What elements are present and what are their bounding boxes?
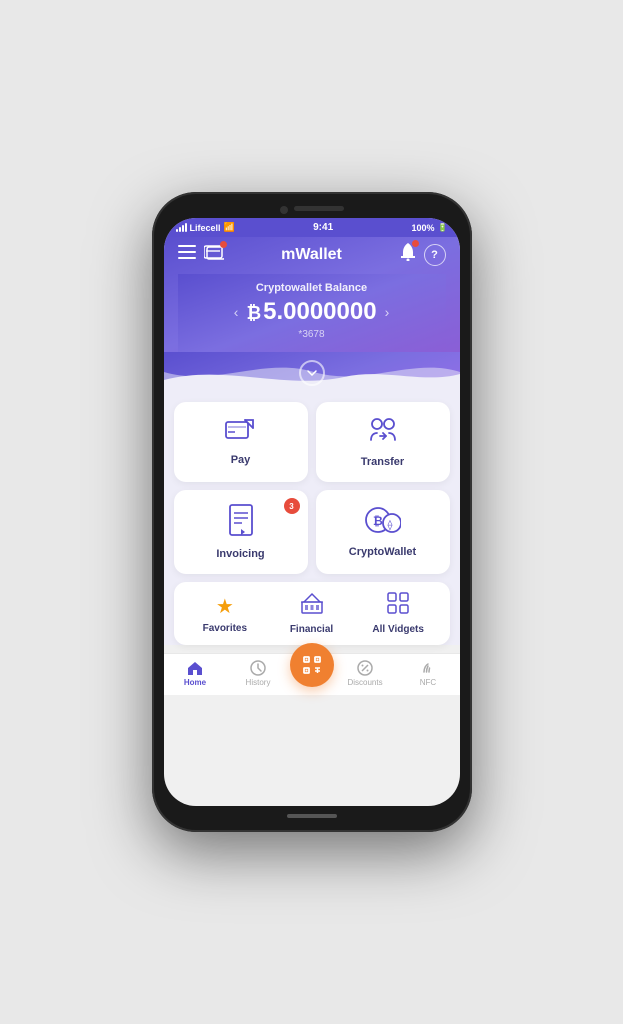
- discounts-icon: [357, 660, 373, 676]
- invoicing-badge: 3: [284, 498, 300, 514]
- pay-icon: [225, 418, 257, 448]
- balance-amount: ₿5.0000000: [246, 298, 376, 326]
- all-widgets-label: All Vidgets: [372, 624, 424, 635]
- svg-text:⟠: ⟠: [387, 519, 392, 531]
- expand-button[interactable]: [299, 360, 325, 386]
- bottom-row-widgets: ★ Favorites Financial: [174, 582, 450, 645]
- home-indicator-area: [164, 806, 460, 820]
- cryptowallet-label: CryptoWallet: [349, 546, 416, 558]
- cryptowallet-icon: ₿ ⟠: [365, 506, 401, 540]
- wave-area: [164, 352, 460, 392]
- wifi-icon: 📶: [224, 222, 235, 233]
- header: mWallet ? Cryptowallet Balance: [164, 237, 460, 352]
- tab-history-label: History: [246, 678, 271, 687]
- header-left: [178, 244, 224, 265]
- menu-button[interactable]: [178, 245, 196, 264]
- notification-badge: [412, 240, 419, 247]
- balance-row: ‹ ₿5.0000000 ›: [178, 298, 446, 326]
- battery-text: 100%: [412, 223, 435, 233]
- camera: [280, 206, 288, 214]
- card-button-wrap[interactable]: [204, 244, 224, 265]
- financial-item[interactable]: Financial: [268, 592, 355, 635]
- home-indicator-bar: [287, 814, 337, 818]
- tab-home[interactable]: Home: [164, 660, 227, 687]
- home-icon: [187, 660, 203, 676]
- svg-text:₿: ₿: [373, 514, 383, 528]
- pay-label: Pay: [231, 454, 251, 466]
- nfc-icon: [420, 660, 436, 676]
- invoicing-label: Invoicing: [216, 548, 264, 560]
- all-widgets-icon: [387, 592, 409, 620]
- carrier-text: Lifecell: [190, 223, 221, 233]
- header-right: ?: [400, 243, 446, 266]
- phone-screen: Lifecell 📶 9:41 100% 🔋: [164, 218, 460, 806]
- tab-nfc[interactable]: NFC: [397, 660, 460, 687]
- phone-frame: Lifecell 📶 9:41 100% 🔋: [152, 192, 472, 832]
- signal-icon: [176, 223, 187, 232]
- prev-wallet-button[interactable]: ‹: [234, 304, 239, 320]
- tab-history[interactable]: History: [227, 660, 290, 687]
- tab-home-label: Home: [184, 678, 206, 687]
- pay-card[interactable]: Pay: [174, 402, 308, 482]
- scan-icon: [302, 655, 322, 675]
- status-right: 100% 🔋: [412, 223, 448, 233]
- notification-button[interactable]: [400, 243, 416, 266]
- transfer-card[interactable]: Transfer: [316, 402, 450, 482]
- tab-discounts-label: Discounts: [347, 678, 382, 687]
- app-title: mWallet: [224, 246, 400, 264]
- status-time: 9:41: [313, 222, 333, 233]
- help-button[interactable]: ?: [424, 244, 446, 266]
- balance-label: Cryptowallet Balance: [178, 282, 446, 294]
- next-wallet-button[interactable]: ›: [385, 304, 390, 320]
- speaker: [294, 206, 344, 211]
- service-grid: Pay Transfer: [174, 402, 450, 574]
- tab-bar: Home History: [164, 653, 460, 695]
- card-badge: [220, 241, 227, 248]
- financial-icon: [301, 592, 323, 620]
- favorites-label: Favorites: [203, 623, 247, 634]
- main-content: Pay Transfer: [164, 392, 460, 645]
- tab-scan-button[interactable]: [290, 643, 334, 687]
- battery-icon: 🔋: [438, 223, 448, 232]
- header-row: mWallet ?: [178, 243, 446, 266]
- account-number: *3678: [178, 329, 446, 340]
- transfer-icon: [367, 416, 399, 450]
- status-bar: Lifecell 📶 9:41 100% 🔋: [164, 218, 460, 237]
- status-left: Lifecell 📶: [176, 222, 235, 233]
- history-icon: [250, 660, 266, 676]
- invoicing-card[interactable]: Invoicing 3: [174, 490, 308, 574]
- invoicing-icon: [228, 504, 254, 542]
- financial-label: Financial: [290, 624, 333, 635]
- cryptowallet-card[interactable]: ₿ ⟠ CryptoWallet: [316, 490, 450, 574]
- balance-symbol: ₿: [246, 303, 261, 323]
- balance-section: Cryptowallet Balance ‹ ₿5.0000000 › *367…: [178, 274, 446, 352]
- transfer-label: Transfer: [361, 456, 404, 468]
- favorites-icon: ★: [216, 594, 234, 619]
- tab-nfc-label: NFC: [420, 678, 436, 687]
- all-widgets-item[interactable]: All Vidgets: [355, 592, 442, 635]
- favorites-item[interactable]: ★ Favorites: [182, 594, 269, 634]
- tab-discounts[interactable]: Discounts: [334, 660, 397, 687]
